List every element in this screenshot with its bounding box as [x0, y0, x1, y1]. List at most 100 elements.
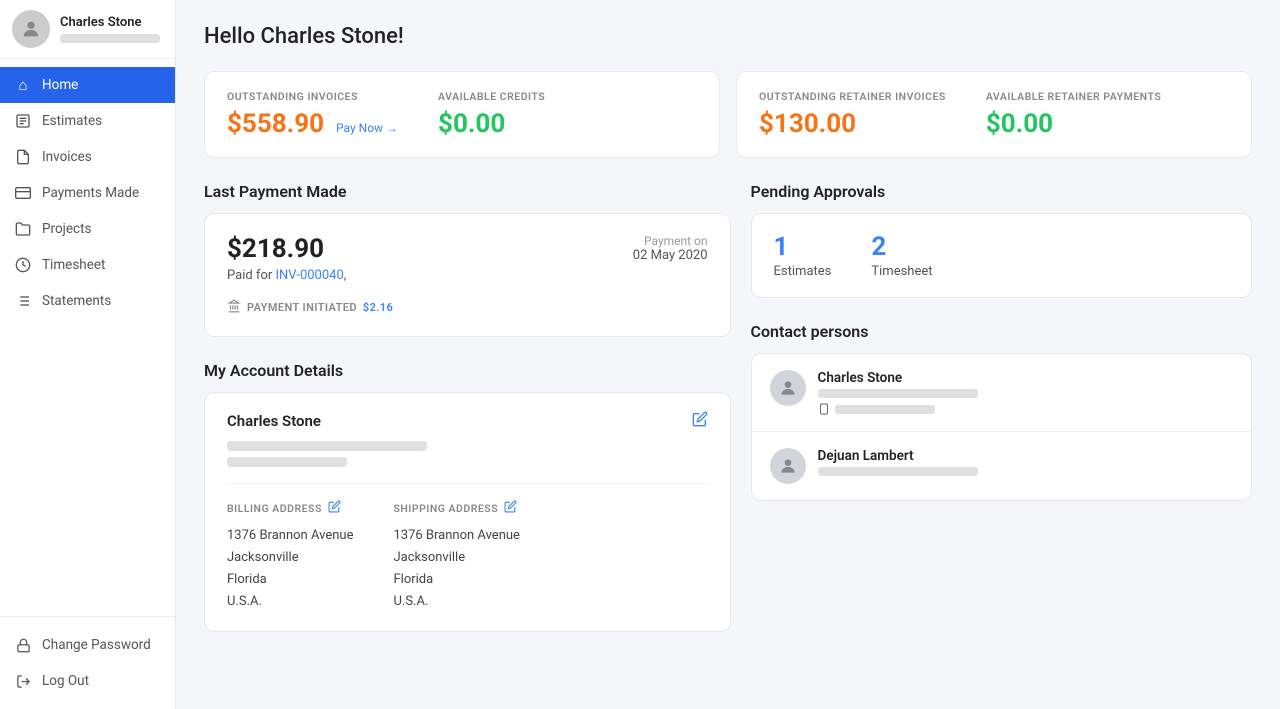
user-email	[60, 34, 160, 43]
contact-info-1: Charles Stone	[818, 370, 978, 415]
pending-approvals-title: Pending Approvals	[751, 182, 1252, 201]
user-name: Charles Stone	[60, 15, 160, 32]
change-password-label: Change Password	[42, 637, 151, 653]
outstanding-invoices-amount: $558.90	[227, 109, 324, 139]
invoice-link[interactable]: INV-000040	[276, 268, 344, 283]
pending-timesheet-label: Timesheet	[871, 264, 932, 279]
pending-estimates: 1 Estimates	[774, 232, 832, 279]
pending-estimates-count: 1	[774, 232, 832, 262]
log-out-item[interactable]: Log Out	[0, 663, 175, 699]
payment-date: 02 May 2020	[633, 248, 708, 263]
available-retainer-amount: $0.00	[986, 109, 1053, 139]
payment-initiated-amount: $2.16	[363, 301, 393, 314]
sidebar-item-invoices[interactable]: Invoices	[0, 139, 175, 175]
contact-name-1: Charles Stone	[818, 370, 978, 386]
account-name: Charles Stone	[227, 412, 321, 430]
last-payment-card: $218.90 Paid for INV-000040, PAYMENT INI…	[204, 213, 731, 337]
page-greeting: Hello Charles Stone!	[204, 24, 1252, 49]
contact-item-1: Charles Stone	[752, 354, 1251, 432]
payment-amount: $218.90	[227, 234, 393, 264]
sidebar-item-estimates[interactable]: Estimates	[0, 103, 175, 139]
contact-phone-blur-1	[835, 405, 935, 414]
pending-approvals-section: Pending Approvals 1 Estimates 2 Timeshee…	[751, 182, 1252, 298]
billing-address-label: BILLING ADDRESS	[227, 500, 353, 517]
payment-left: $218.90 Paid for INV-000040, PAYMENT INI…	[227, 234, 393, 316]
sidebar-nav: Home Estimates Invoices Payments Made Pr…	[0, 59, 175, 616]
payment-right: Payment on 02 May 2020	[633, 234, 708, 263]
shipping-address-label: SHIPPING ADDRESS	[393, 500, 519, 517]
estimates-icon	[14, 112, 32, 130]
outstanding-retainer-label: OUTSTANDING RETAINER INVOICES	[759, 90, 946, 103]
sidebar-bottom: Change Password Log Out	[0, 616, 175, 709]
main-content: Hello Charles Stone! OUTSTANDING INVOICE…	[176, 0, 1280, 709]
pending-estimates-label: Estimates	[774, 264, 832, 279]
account-details-title: My Account Details	[204, 361, 731, 380]
two-col-layout: Last Payment Made $218.90 Paid for INV-0…	[204, 182, 1252, 656]
outstanding-retainer-amount: $130.00	[759, 109, 856, 139]
billing-address-text: 1376 Brannon AvenueJacksonvilleFloridaU.…	[227, 525, 353, 613]
outstanding-retainer-block: OUTSTANDING RETAINER INVOICES $130.00	[759, 90, 946, 139]
pending-row: 1 Estimates 2 Timesheet	[774, 232, 1229, 279]
contact-item-2: Dejuan Lambert	[752, 432, 1251, 500]
pending-timesheet-count: 2	[871, 232, 932, 262]
sidebar-item-projects[interactable]: Projects	[0, 211, 175, 247]
pending-approvals-card: 1 Estimates 2 Timesheet	[751, 213, 1252, 298]
sidebar-item-statements-label: Statements	[42, 293, 111, 309]
invoices-summary-card: OUTSTANDING INVOICES $558.90 Pay Now → A…	[204, 71, 720, 158]
sidebar: Charles Stone Home Estimates Invoices Pa…	[0, 0, 176, 709]
avatar	[12, 10, 50, 48]
account-edit-icon[interactable]	[692, 411, 708, 431]
sidebar-item-timesheet-label: Timesheet	[42, 257, 105, 273]
change-password-item[interactable]: Change Password	[0, 627, 175, 663]
sidebar-item-timesheet[interactable]: Timesheet	[0, 247, 175, 283]
sidebar-item-home[interactable]: Home	[0, 67, 175, 103]
bank-icon	[227, 299, 241, 316]
address-row: BILLING ADDRESS 1376 Brannon AvenueJacks…	[227, 483, 708, 613]
log-out-label: Log Out	[42, 673, 89, 689]
payment-initiated: PAYMENT INITIATED $2.16	[227, 299, 393, 316]
contact-persons-section: Contact persons Charles Stone	[751, 322, 1252, 501]
sidebar-item-payments-made[interactable]: Payments Made	[0, 175, 175, 211]
statements-icon	[14, 292, 32, 310]
summary-cards-row: OUTSTANDING INVOICES $558.90 Pay Now → A…	[204, 71, 1252, 158]
billing-edit-icon[interactable]	[328, 500, 341, 517]
payments-icon	[14, 184, 32, 202]
shipping-edit-icon[interactable]	[504, 500, 517, 517]
contact-info-2: Dejuan Lambert	[818, 448, 978, 479]
contact-persons-title: Contact persons	[751, 322, 1252, 341]
account-details-card: Charles Stone BILLING ADDRESS	[204, 392, 731, 632]
sidebar-item-home-label: Home	[42, 77, 78, 93]
left-column: Last Payment Made $218.90 Paid for INV-0…	[204, 182, 731, 656]
pay-now-link[interactable]: Pay Now →	[336, 121, 398, 135]
payment-for: Paid for INV-000040,	[227, 268, 393, 283]
last-payment-section: Last Payment Made $218.90 Paid for INV-0…	[204, 182, 731, 337]
contact-avatar-1	[770, 370, 806, 406]
retainer-summary-card: OUTSTANDING RETAINER INVOICES $130.00 AV…	[736, 71, 1252, 158]
user-info: Charles Stone	[60, 15, 160, 44]
right-column: Pending Approvals 1 Estimates 2 Timeshee…	[751, 182, 1252, 656]
account-email-blur	[227, 441, 427, 451]
sidebar-item-statements[interactable]: Statements	[0, 283, 175, 319]
payment-on-label: Payment on	[633, 234, 708, 248]
home-icon	[14, 76, 32, 94]
sidebar-user: Charles Stone	[0, 0, 175, 59]
available-retainer-label: AVAILABLE RETAINER PAYMENTS	[986, 90, 1161, 103]
contact-email-blur-2	[818, 467, 978, 476]
logout-icon	[14, 672, 32, 690]
contact-email-blur-1	[818, 389, 978, 398]
sidebar-item-payments-label: Payments Made	[42, 185, 139, 201]
timesheet-icon	[14, 256, 32, 274]
sidebar-item-estimates-label: Estimates	[42, 113, 102, 129]
pending-timesheet: 2 Timesheet	[871, 232, 932, 279]
invoices-icon	[14, 148, 32, 166]
contact-name-2: Dejuan Lambert	[818, 448, 978, 464]
projects-icon	[14, 220, 32, 238]
available-retainer-block: AVAILABLE RETAINER PAYMENTS $0.00	[986, 90, 1161, 139]
shipping-address-block: SHIPPING ADDRESS 1376 Brannon AvenueJack…	[393, 500, 519, 613]
sidebar-item-invoices-label: Invoices	[42, 149, 92, 165]
available-credits-block: AVAILABLE CREDITS $0.00	[438, 90, 545, 139]
shipping-address-text: 1376 Brannon AvenueJacksonvilleFloridaU.…	[393, 525, 519, 613]
lock-icon	[14, 636, 32, 654]
account-details-section: My Account Details Charles Stone BILLI	[204, 361, 731, 632]
contact-phone-1	[818, 403, 978, 415]
